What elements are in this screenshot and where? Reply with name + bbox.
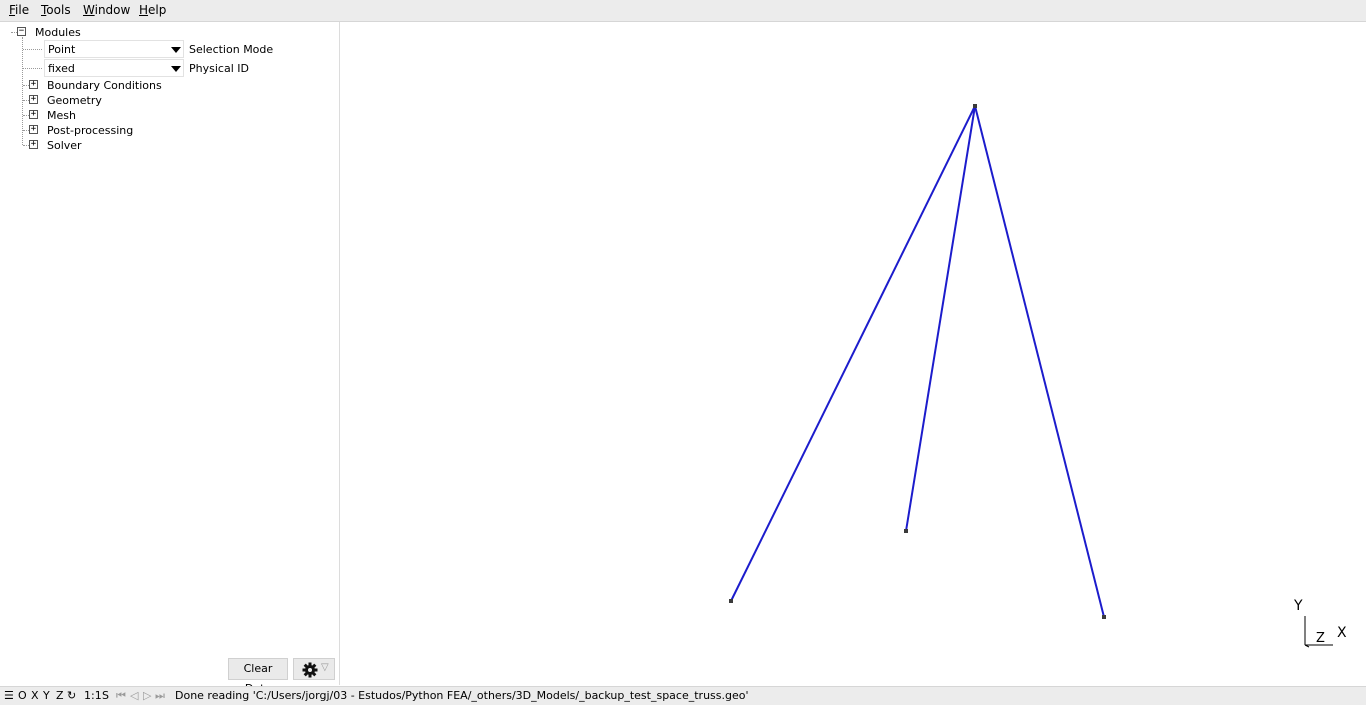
module-tree-panel: − Modules Point Selection Mode fixed Phy… (0, 22, 340, 695)
selection-mode-label: Selection Mode (189, 43, 274, 56)
menu-icon[interactable]: ☰ (4, 689, 14, 702)
model-viewport[interactable]: Y X Z (340, 22, 1366, 685)
expand-post-processing-toggle[interactable]: + (29, 125, 38, 134)
view-x-button[interactable]: X (31, 689, 39, 702)
status-bar: ☰ O X Y Z ↻ 1:1 S ⏮ ◁ ▷ ⏭ Done reading '… (0, 686, 1366, 705)
tree-item-geometry[interactable]: Geometry (47, 94, 102, 107)
axis-label-y: Y (1294, 598, 1303, 614)
truss-node-point[interactable] (973, 104, 977, 108)
truss-node-point[interactable] (729, 599, 733, 603)
menu-tools[interactable]: Tools (41, 3, 71, 17)
previous-step-icon[interactable]: ◁ (130, 689, 138, 702)
menu-window[interactable]: Window (83, 3, 130, 17)
tree-item-mesh[interactable]: Mesh (47, 109, 76, 122)
physical-id-select[interactable]: fixed (44, 59, 184, 77)
selection-mode-value: Point (48, 43, 76, 56)
truss-member-line[interactable] (974, 105, 1105, 618)
tree-item-post-processing[interactable]: Post-processing (47, 124, 133, 137)
menu-help[interactable]: Help (139, 3, 166, 17)
expand-geometry-toggle[interactable]: + (29, 95, 38, 104)
physical-id-value: fixed (48, 62, 75, 75)
view-origin-button[interactable]: O (18, 689, 27, 702)
tree-item-solver[interactable]: Solver (47, 139, 82, 152)
rotate-icon[interactable]: ↻ (67, 689, 76, 702)
menu-file[interactable]: File (9, 3, 29, 17)
view-z-button[interactable]: Z (56, 689, 64, 702)
menu-bar: File Tools Window Help (0, 0, 1366, 22)
tree-line (23, 49, 42, 50)
gear-icon (302, 662, 318, 678)
truss-node-point[interactable] (904, 529, 908, 533)
chevron-down-icon (171, 47, 181, 53)
last-step-icon[interactable]: ⏭ (155, 689, 165, 702)
expand-solver-toggle[interactable]: + (29, 140, 38, 149)
clear-data-button[interactable]: Clear Data (228, 658, 288, 695)
tree-line (23, 68, 42, 69)
axis-label-x: X (1337, 625, 1347, 641)
tree-root-modules[interactable]: Modules (35, 26, 81, 39)
view-y-button[interactable]: Y (43, 689, 50, 702)
play-icon[interactable]: ▷ (143, 689, 151, 702)
tree-line (22, 37, 23, 145)
truss-member-line[interactable] (730, 105, 976, 602)
chevron-down-icon (171, 66, 181, 72)
truss-model-canvas[interactable] (340, 22, 1366, 685)
axis-label-z: Z (1316, 631, 1325, 646)
physical-id-label: Physical ID (189, 62, 249, 75)
truss-node-point[interactable] (1102, 615, 1106, 619)
truss-member-line[interactable] (905, 105, 976, 532)
expand-mesh-toggle[interactable]: + (29, 110, 38, 119)
expand-boundary-conditions-toggle[interactable]: + (29, 80, 38, 89)
scale-one-to-one-button[interactable]: 1:1 (84, 689, 102, 702)
selection-mode-select[interactable]: Point (44, 40, 184, 58)
select-button[interactable]: S (102, 689, 109, 702)
status-message: Done reading 'C:/Users/jorgj/03 - Estudo… (175, 689, 749, 702)
first-step-icon[interactable]: ⏮ (116, 689, 126, 702)
tree-item-boundary-conditions[interactable]: Boundary Conditions (47, 79, 162, 92)
options-button[interactable]: ▽ (293, 658, 335, 680)
dropdown-arrow-icon: ▽ (321, 662, 329, 673)
collapse-modules-toggle[interactable]: − (17, 27, 26, 36)
